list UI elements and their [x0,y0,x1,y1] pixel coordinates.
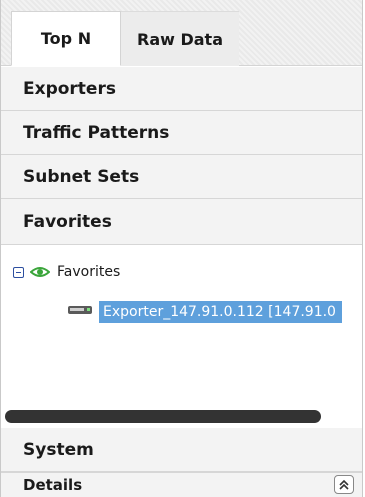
horizontal-scrollbar[interactable] [5,410,357,423]
tree-node-label-selected: Exporter_147.91.0.112 [147.91.0 [99,301,342,323]
tree-node-label: Favorites [57,264,121,280]
navigation-panel: Top N Raw Data Exporters Traffic Pattern… [0,0,363,497]
scrollbar-thumb[interactable] [5,410,321,423]
eye-icon [30,267,50,277]
tree-node-favorites[interactable]: Favorites [13,262,120,282]
details-label: Details [23,476,83,494]
tab-bar: Top N Raw Data [1,0,362,66]
double-chevron-up-icon[interactable] [334,475,354,494]
tab-top-n[interactable]: Top N [11,11,121,66]
section-traffic-patterns[interactable]: Traffic Patterns [1,111,362,155]
collapse-minus-icon[interactable] [13,266,24,278]
details-bar: Details [1,472,362,497]
server-icon [68,305,92,314]
tree-node-exporter[interactable]: Exporter_147.91.0.112 [147.91.0 [67,300,342,324]
section-exporters[interactable]: Exporters [1,67,362,111]
section-subnet-sets[interactable]: Subnet Sets [1,155,362,199]
section-system[interactable]: System [1,428,362,472]
tab-raw-data[interactable]: Raw Data [121,11,239,66]
section-favorites[interactable]: Favorites [1,199,362,245]
favorites-tree: Favorites Exporter_147.91.0.112 [147.91.… [1,250,362,426]
